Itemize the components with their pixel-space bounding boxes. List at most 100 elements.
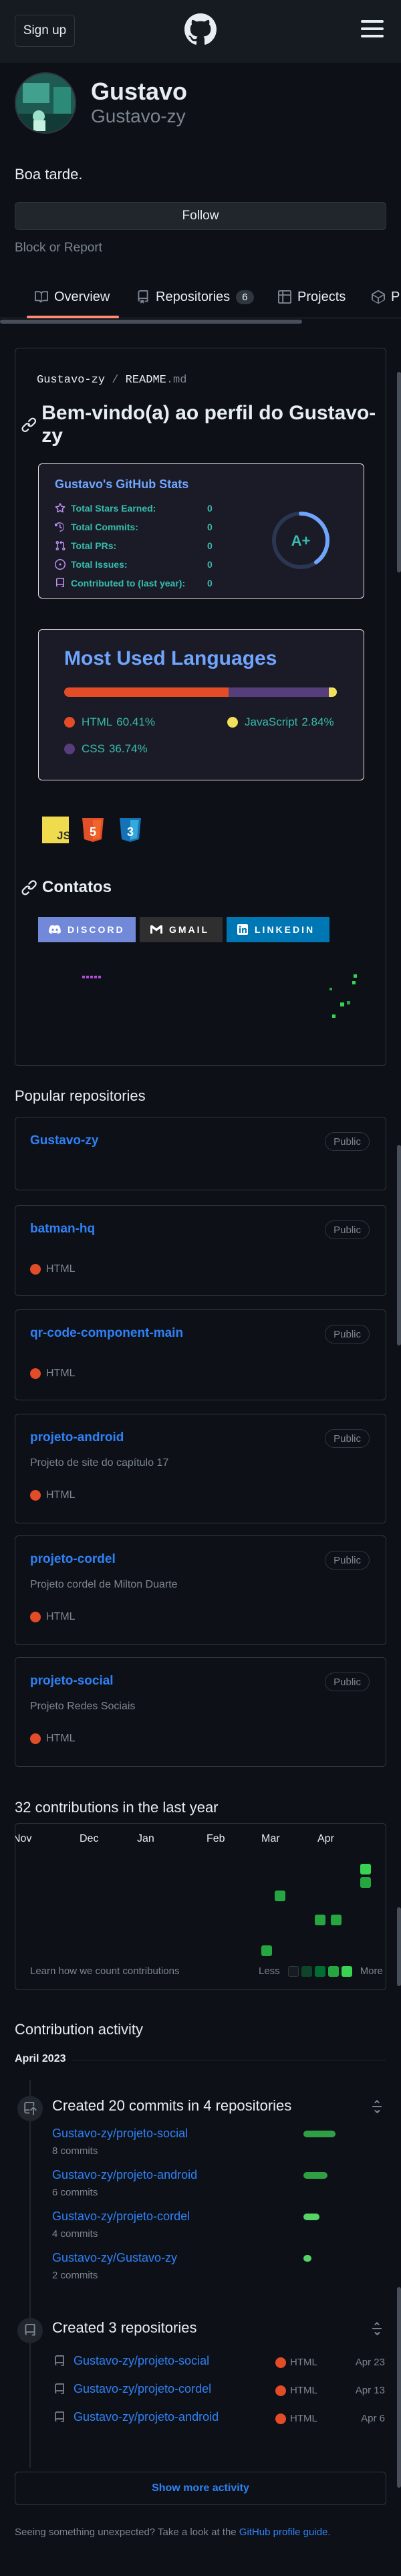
contribution-cell[interactable]	[360, 1877, 371, 1888]
show-more-activity-button[interactable]: Show more activity	[15, 2472, 386, 2505]
github-stats-card[interactable]: Gustavo's GitHub Stats Total Stars Earne…	[38, 463, 364, 599]
created-repo-item: Gustavo-zy/projeto-android	[53, 2410, 219, 2424]
commit-repo-link[interactable]: Gustavo-zy/projeto-cordel	[52, 2210, 190, 2224]
page-scrollbar-thumb[interactable]	[397, 1145, 401, 1346]
link-icon[interactable]	[21, 417, 37, 433]
most-used-languages-card[interactable]: Most Used Languages HTML 60.41% JavaScri…	[38, 629, 364, 780]
repo-language: HTML	[30, 1611, 76, 1623]
created-repo-language-label: HTML	[290, 2357, 317, 2368]
repo-icon	[55, 2355, 64, 2366]
commit-repo-link[interactable]: Gustavo-zy/Gustavo-zy	[52, 2251, 177, 2265]
page-scrollbar-thumb[interactable]	[397, 372, 401, 572]
languages-bar-segment-html	[64, 687, 229, 697]
language-dot	[64, 717, 75, 728]
contribution-cell[interactable]	[275, 1891, 285, 1901]
avatar[interactable]	[15, 72, 76, 134]
tab-overview[interactable]: Overview	[35, 285, 110, 309]
languages-progress-bar	[64, 687, 337, 697]
sign-up-button[interactable]: Sign up	[15, 15, 75, 47]
repo-icon	[25, 2324, 35, 2336]
follow-button[interactable]: Follow	[15, 202, 386, 230]
tab-repositories-label: Repositories	[156, 289, 231, 304]
contribution-cell[interactable]	[261, 1945, 272, 1956]
commit-bar	[303, 2255, 311, 2262]
readme-heading: Bem-vindo(a) ao perfil do Gustavo-zy	[21, 402, 386, 447]
repo-icon	[55, 2383, 64, 2394]
created-repo-link[interactable]: Gustavo-zy/projeto-social	[74, 2354, 209, 2368]
link-icon[interactable]	[21, 879, 37, 895]
unfold-icon[interactable]	[370, 2322, 384, 2335]
contribution-cell[interactable]	[360, 1864, 371, 1874]
contributions-heading: 32 contributions in the last year	[15, 1799, 219, 1816]
created-repo-link[interactable]: Gustavo-zy/projeto-android	[74, 2410, 219, 2424]
language-javascript: JavaScript 2.84%	[227, 716, 334, 729]
discord-badge[interactable]: DISCORD	[38, 917, 136, 942]
repo-language: HTML	[30, 1489, 76, 1501]
repo-icon	[55, 2411, 64, 2422]
linkedin-icon	[237, 924, 248, 935]
stat-contributed-label: Contributed to (last year):	[71, 578, 186, 588]
repo-name-link[interactable]: projeto-android	[30, 1430, 124, 1445]
repo-name-link[interactable]: projeto-cordel	[30, 1552, 116, 1567]
tabs-scrollbar[interactable]	[0, 320, 302, 324]
repo-name-link[interactable]: qr-code-component-main	[30, 1326, 183, 1341]
repo-description: Projeto cordel de Milton Duarte	[30, 1579, 178, 1590]
block-or-report-link[interactable]: Block or Report	[15, 241, 102, 255]
month-label: Nov	[15, 1833, 32, 1844]
svg-text:5: 5	[90, 825, 96, 839]
commit-count: 6 commits	[52, 2187, 98, 2198]
legend-level	[287, 1965, 299, 1977]
language-dot	[30, 1733, 41, 1744]
languages-bar-segment-javascript	[229, 687, 329, 697]
created-repos-title: Created 3 repositories	[52, 2319, 197, 2336]
language-dot	[227, 717, 238, 728]
tab-projects[interactable]: Projects	[278, 285, 346, 309]
created-repos-activity-icon	[17, 2318, 43, 2343]
gmail-badge-label: GMAIL	[169, 924, 210, 935]
package-icon	[372, 290, 385, 304]
language-dot	[30, 1612, 41, 1622]
tech-icons: JS 5 3	[42, 817, 144, 843]
commit-repo-link[interactable]: Gustavo-zy/projeto-social	[52, 2127, 188, 2141]
contribution-graph[interactable]: Nov Dec Jan Feb Mar Apr Learn how we cou…	[15, 1823, 386, 1990]
created-repo-link[interactable]: Gustavo-zy/projeto-cordel	[74, 2382, 211, 2396]
svg-text:3: 3	[127, 825, 134, 839]
linkedin-badge[interactable]: LINKEDIN	[227, 917, 329, 942]
contribution-cell[interactable]	[331, 1915, 342, 1925]
readme-ext: .md	[166, 374, 187, 387]
history-icon	[55, 522, 65, 532]
repositories-count-badge: 6	[236, 290, 254, 304]
tab-overview-label: Overview	[54, 289, 110, 304]
page-scrollbar-thumb[interactable]	[397, 2287, 401, 2488]
gmail-badge[interactable]: GMAIL	[140, 917, 223, 942]
repo-name-link[interactable]: projeto-social	[30, 1674, 114, 1689]
stat-prs-label: Total PRs:	[71, 540, 117, 551]
page-scrollbar-thumb[interactable]	[397, 1907, 401, 1986]
language-html-name: HTML	[82, 716, 113, 728]
learn-contributions-link[interactable]: Learn how we count contributions	[30, 1965, 179, 1977]
javascript-icon: JS	[42, 817, 71, 843]
rank-label: A+	[291, 532, 311, 549]
tab-packages[interactable]: P	[372, 285, 400, 309]
github-logo-icon[interactable]	[184, 13, 217, 45]
commit-repo-link[interactable]: Gustavo-zy/projeto-android	[52, 2168, 197, 2182]
unfold-icon[interactable]	[370, 2100, 384, 2113]
legend-level	[341, 1965, 352, 1977]
profile-guide-link[interactable]: GitHub profile guide	[239, 2527, 328, 2538]
commit-bar	[303, 2172, 327, 2179]
site-header: Sign up	[0, 0, 401, 63]
repo-name-link[interactable]: batman-hq	[30, 1222, 95, 1237]
language-javascript-percent: 2.84%	[301, 716, 334, 728]
visibility-badge: Public	[325, 1132, 370, 1151]
created-repo-item: Gustavo-zy/projeto-social	[53, 2354, 209, 2368]
readme-owner[interactable]: Gustavo-zy	[37, 374, 105, 387]
rank-circle: A+	[272, 512, 329, 569]
contribution-cell[interactable]	[315, 1915, 325, 1925]
tab-repositories[interactable]: Repositories 6	[136, 285, 254, 309]
stat-prs-value: 0	[207, 540, 213, 551]
stat-row-contributed: Contributed to (last year): 0	[55, 578, 229, 588]
stat-row-issues: Total Issues: 0	[55, 559, 229, 570]
month-label: Dec	[80, 1833, 99, 1844]
repo-name-link[interactable]: Gustavo-zy	[30, 1134, 98, 1148]
menu-icon[interactable]	[361, 20, 384, 39]
